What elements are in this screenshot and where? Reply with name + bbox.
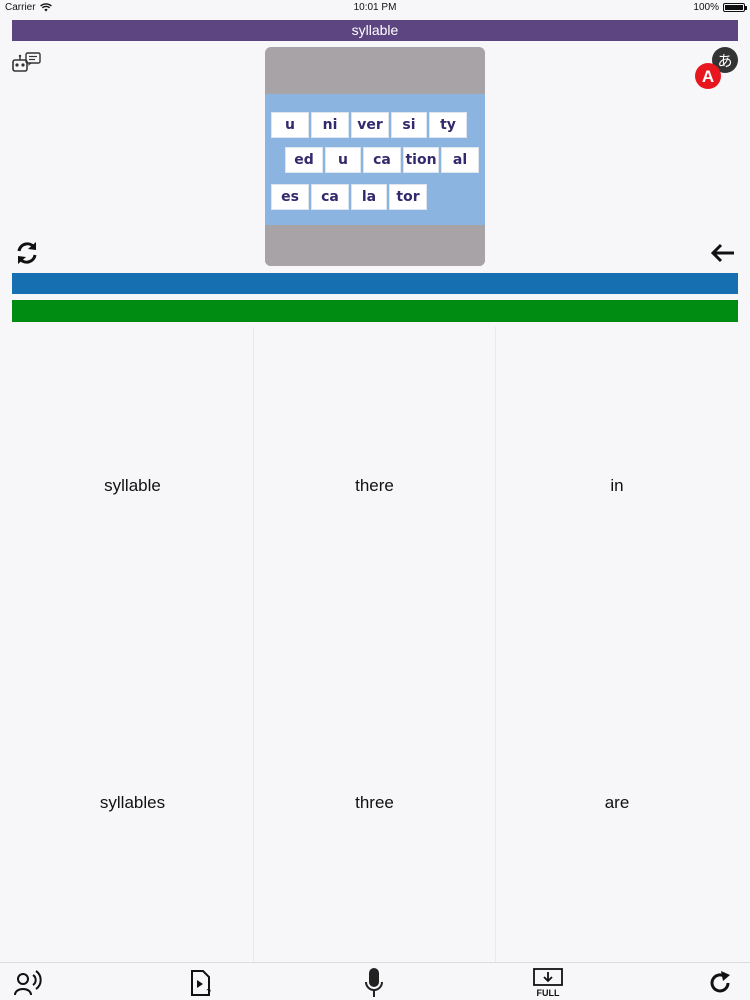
progress-bar-green xyxy=(12,300,738,322)
battery-percent: 100% xyxy=(693,2,719,13)
svg-text:A: A xyxy=(702,67,714,86)
syllable-tile: ty xyxy=(429,112,467,138)
syllable-image-card: u ni ver si ty ed u ca tion al es ca la … xyxy=(265,47,485,266)
syllable-tile: al xyxy=(441,147,479,173)
syllable-tile: ca xyxy=(363,147,401,173)
video-help-icon[interactable]: ? xyxy=(186,967,216,999)
syllable-tile: ver xyxy=(351,112,389,138)
card-bottom-band xyxy=(265,225,485,266)
bottom-toolbar: ? FULL xyxy=(0,962,750,1000)
robot-chat-icon[interactable] xyxy=(12,52,42,74)
full-download-icon[interactable]: FULL xyxy=(530,967,566,999)
word-choice-grid: syllable there in syllables three are xyxy=(12,327,738,962)
speak-icon[interactable] xyxy=(12,967,46,999)
syllable-tile: es xyxy=(271,184,309,210)
syllable-tile: la xyxy=(351,184,387,210)
syllable-tile: tor xyxy=(389,184,427,210)
status-right: 100% xyxy=(693,2,747,13)
word-choice[interactable]: are xyxy=(496,644,738,962)
full-label: FULL xyxy=(537,988,560,998)
word-choice[interactable]: there xyxy=(254,327,496,644)
battery-icon xyxy=(723,3,747,12)
svg-text:あ: あ xyxy=(717,52,732,70)
translate-icon[interactable]: あ A xyxy=(694,46,740,90)
syllable-tile: u xyxy=(271,112,309,138)
page-title: syllable xyxy=(12,20,738,41)
syllable-tile: ca xyxy=(311,184,349,210)
syllable-tile: tion xyxy=(403,147,439,173)
syllable-tile: u xyxy=(325,147,361,173)
syllable-tile: si xyxy=(391,112,427,138)
microphone-icon[interactable] xyxy=(362,967,386,999)
svg-text:?: ? xyxy=(206,988,211,997)
reload-icon[interactable] xyxy=(706,967,734,999)
syllable-tile: ed xyxy=(285,147,323,173)
status-time: 10:01 PM xyxy=(353,2,397,13)
back-arrow-icon[interactable] xyxy=(710,242,736,264)
word-choice[interactable]: syllables xyxy=(12,644,254,962)
syllable-tile: ni xyxy=(311,112,349,138)
refresh-cycle-icon[interactable] xyxy=(14,240,40,266)
word-choice[interactable]: in xyxy=(496,327,738,644)
word-choice[interactable]: three xyxy=(254,644,496,962)
status-bar: Carrier 10:01 PM 100% xyxy=(0,0,750,16)
word-choice[interactable]: syllable xyxy=(12,327,254,644)
progress-bar-blue xyxy=(12,273,738,294)
